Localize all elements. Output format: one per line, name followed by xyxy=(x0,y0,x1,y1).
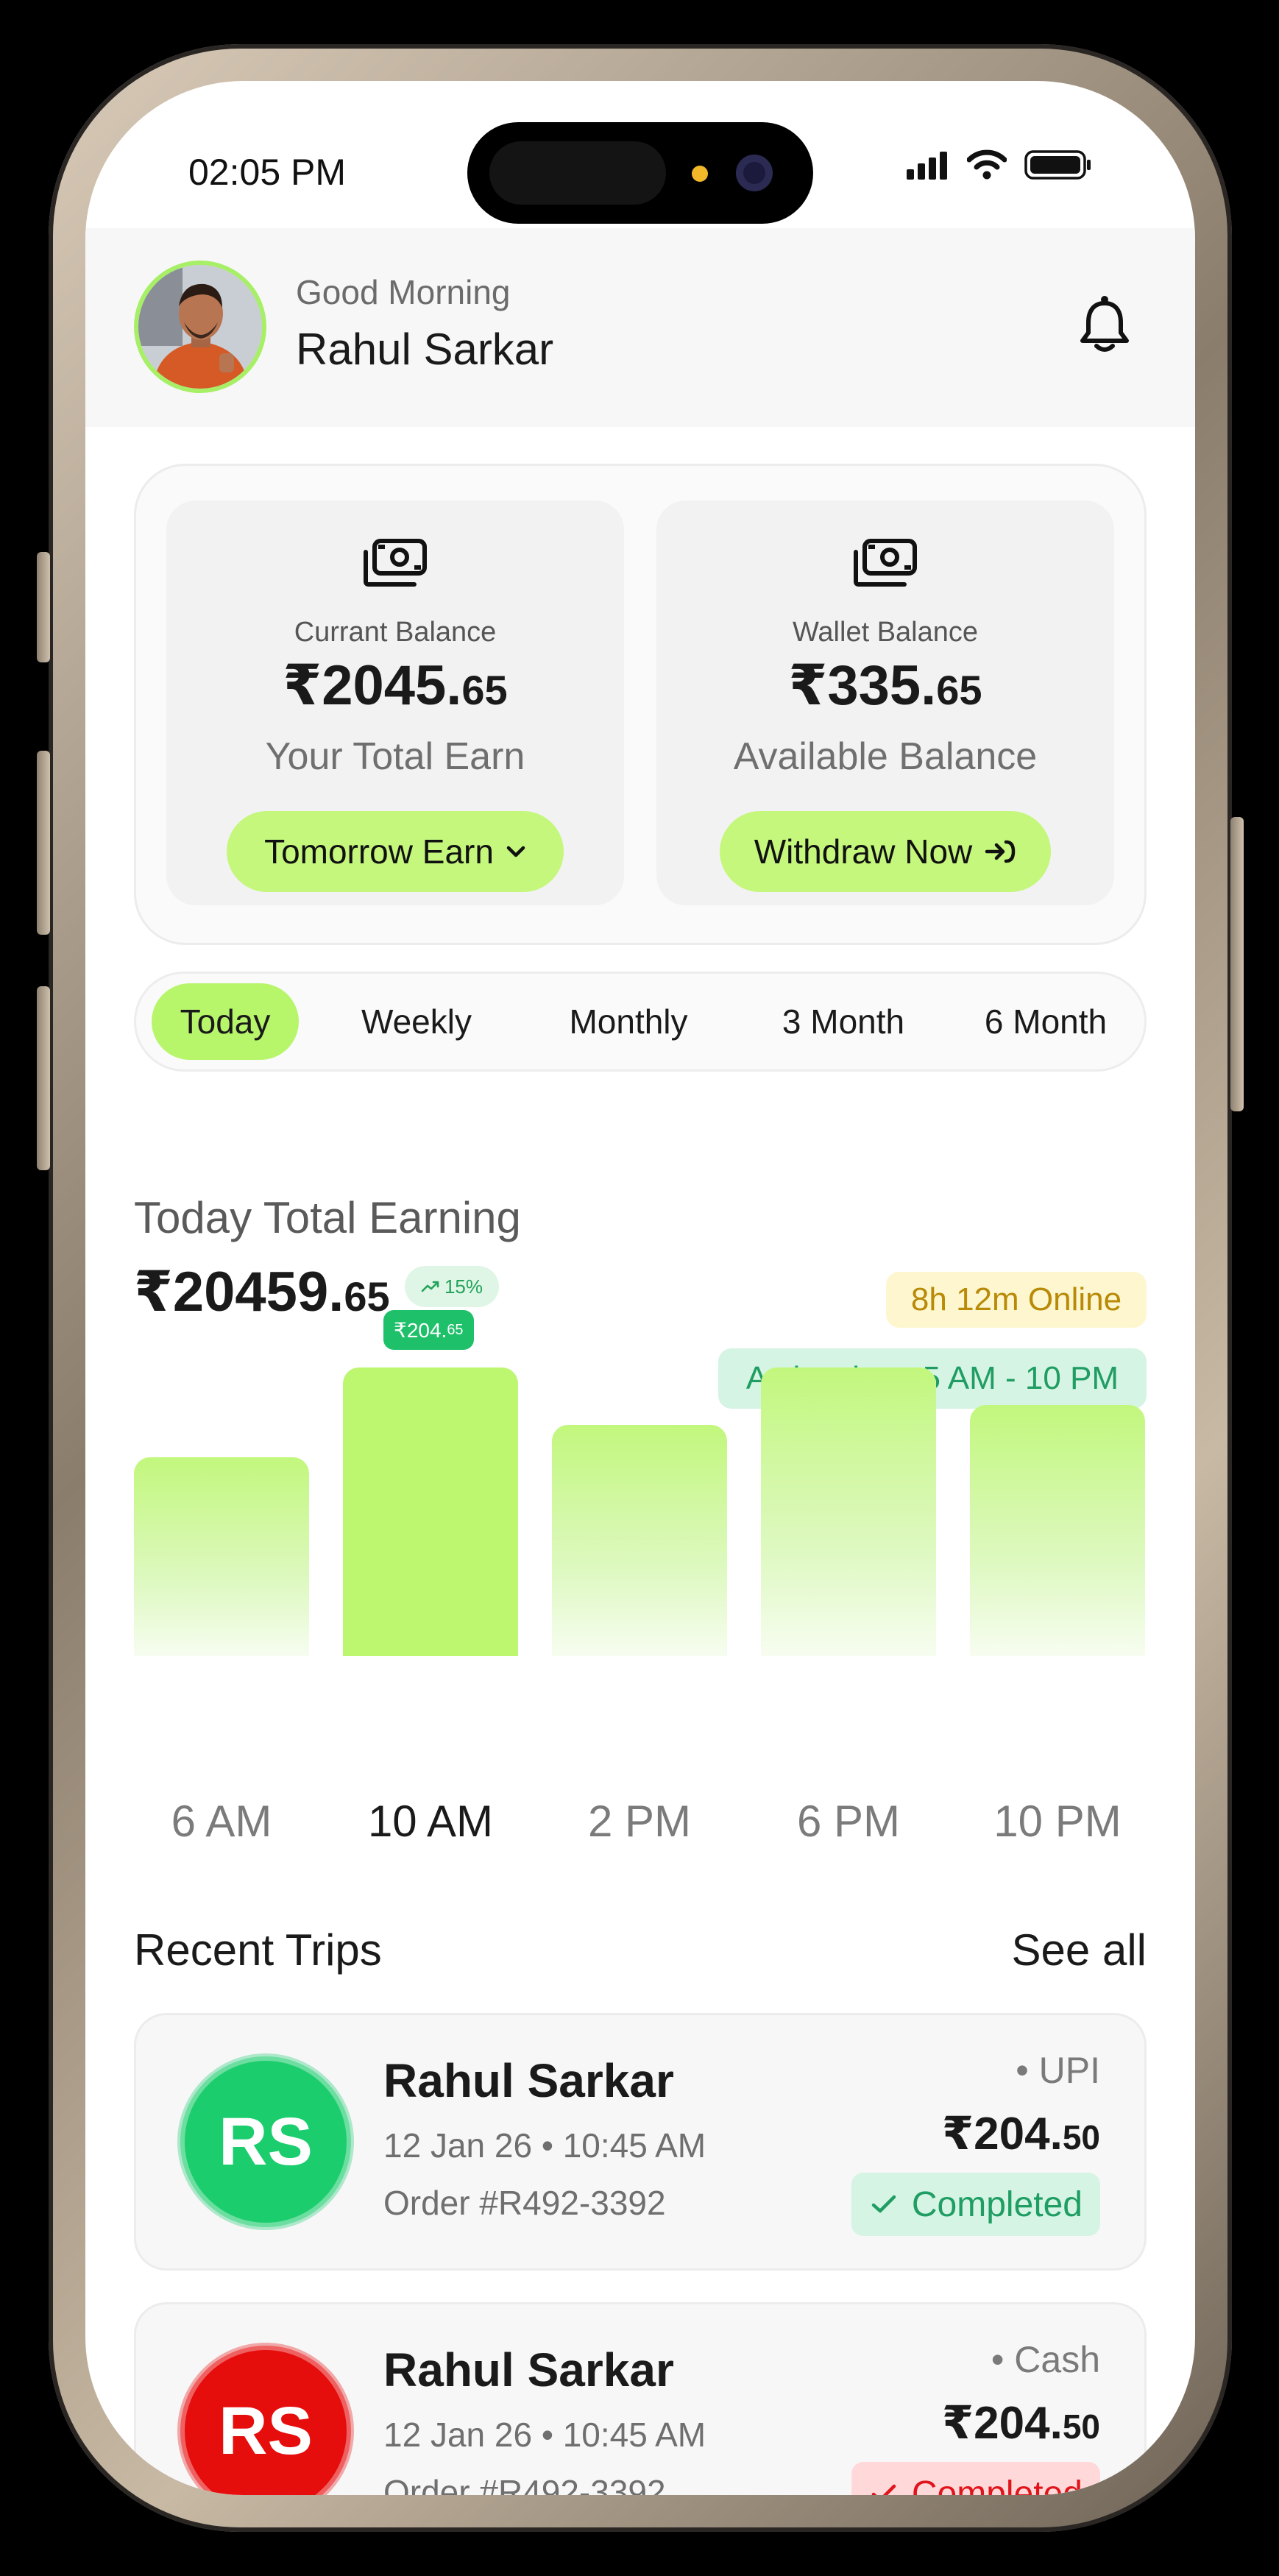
greeting-text: Good Morning xyxy=(296,273,511,311)
wallet-balance-card: Wallet Balance ₹335.65 Available Balance… xyxy=(656,500,1114,905)
check-icon xyxy=(871,2195,896,2213)
trip-order: Order #R492-3392 xyxy=(383,2473,666,2495)
cash-icon xyxy=(364,539,427,587)
trip-date: 12 Jan 26 • 10:45 AM xyxy=(383,2416,706,2454)
recent-trips-title: Recent Trips xyxy=(134,1925,382,1975)
side-button-volume-down xyxy=(37,986,50,1170)
trip-amount: ₹204.50 xyxy=(942,2398,1100,2449)
earning-title: Today Total Earning xyxy=(134,1193,521,1242)
trip-avatar: RS xyxy=(180,2056,351,2227)
tab-today[interactable]: Today xyxy=(152,983,299,1060)
trip-name: Rahul Sarkar xyxy=(383,2054,674,2107)
current-balance-card: Currant Balance ₹2045.65 Your Total Earn… xyxy=(166,500,624,905)
trending-up-icon xyxy=(421,1281,439,1292)
growth-badge: 15% xyxy=(405,1266,499,1307)
online-time-badge: 8h 12m Online xyxy=(886,1272,1147,1328)
current-balance-amount: ₹2045.65 xyxy=(283,654,508,717)
trip-date: 12 Jan 26 • 10:45 AM xyxy=(383,2126,706,2165)
notification-button[interactable] xyxy=(1079,294,1130,358)
tab-3-month[interactable]: 3 Month xyxy=(748,983,939,1060)
current-balance-label: Currant Balance xyxy=(294,617,497,648)
status-time: 02:05 PM xyxy=(188,152,347,193)
side-button-power xyxy=(1230,817,1244,1111)
wallet-balance-label: Wallet Balance xyxy=(792,617,979,648)
wallet-balance-subtitle: Available Balance xyxy=(733,735,1038,778)
current-balance-subtitle: Your Total Earn xyxy=(265,735,525,778)
status-badge: Completed xyxy=(851,2173,1100,2236)
chart-bar[interactable] xyxy=(343,1367,518,1656)
see-all-link[interactable]: See all xyxy=(1012,1925,1147,1975)
phone-screen: 02:05 PM Good Morning Rahul Sarkar Curra… xyxy=(85,81,1195,2495)
bell-icon xyxy=(1080,296,1129,352)
privacy-indicator-icon xyxy=(692,166,708,182)
withdraw-now-button[interactable]: Withdraw Now xyxy=(720,811,1051,892)
front-camera-icon xyxy=(736,155,773,191)
status-icons xyxy=(905,149,1092,181)
side-button-volume-up xyxy=(37,751,50,935)
user-name: Rahul Sarkar xyxy=(296,325,554,374)
x-tick-label: 2 PM xyxy=(587,1797,692,1846)
payment-method: • Cash xyxy=(991,2339,1100,2380)
tab-weekly[interactable]: Weekly xyxy=(331,983,502,1060)
tab-monthly[interactable]: Monthly xyxy=(533,983,724,1060)
wifi-icon xyxy=(967,149,1007,180)
trip-avatar: RS xyxy=(180,2346,351,2495)
trip-card[interactable]: RS Rahul Sarkar 12 Jan 26 • 10:45 AM Ord… xyxy=(134,2013,1147,2271)
tomorrow-earn-button[interactable]: Tomorrow Earn xyxy=(227,811,564,892)
chart-bar[interactable] xyxy=(134,1457,309,1656)
wallet-balance-amount: ₹335.65 xyxy=(788,654,982,717)
earning-amount: ₹20459.65 xyxy=(134,1261,390,1323)
arrow-right-icon xyxy=(985,840,1016,863)
trip-order: Order #R492-3392 xyxy=(383,2184,666,2222)
x-tick-label: 10 PM xyxy=(993,1797,1122,1846)
avatar[interactable] xyxy=(134,261,266,393)
signal-icon xyxy=(907,152,947,180)
chart-bar[interactable] xyxy=(761,1367,936,1656)
trip-amount: ₹204.50 xyxy=(942,2109,1100,2159)
check-icon xyxy=(871,2484,896,2495)
x-tick-label: 6 PM xyxy=(796,1797,901,1846)
battery-icon xyxy=(1024,150,1091,180)
cash-icon xyxy=(854,539,917,587)
profile-photo xyxy=(138,265,262,389)
trip-card[interactable]: RS Rahul Sarkar 12 Jan 26 • 10:45 AM Ord… xyxy=(134,2302,1147,2495)
status-badge: Completed xyxy=(851,2462,1100,2495)
dynamic-island xyxy=(467,122,813,224)
side-button-silent xyxy=(37,552,50,662)
chevron-down-icon xyxy=(506,846,525,857)
x-tick-label: 6 AM xyxy=(171,1797,272,1846)
tab-6-month[interactable]: 6 Month xyxy=(954,983,1138,1060)
chart-bar[interactable] xyxy=(970,1405,1145,1656)
bar-value-tooltip: ₹204. 65 xyxy=(383,1310,474,1350)
chart-bar[interactable] xyxy=(552,1425,727,1656)
payment-method: • UPI xyxy=(1016,2050,1100,2091)
trip-name: Rahul Sarkar xyxy=(383,2343,674,2396)
x-tick-label: 10 AM xyxy=(367,1797,494,1846)
